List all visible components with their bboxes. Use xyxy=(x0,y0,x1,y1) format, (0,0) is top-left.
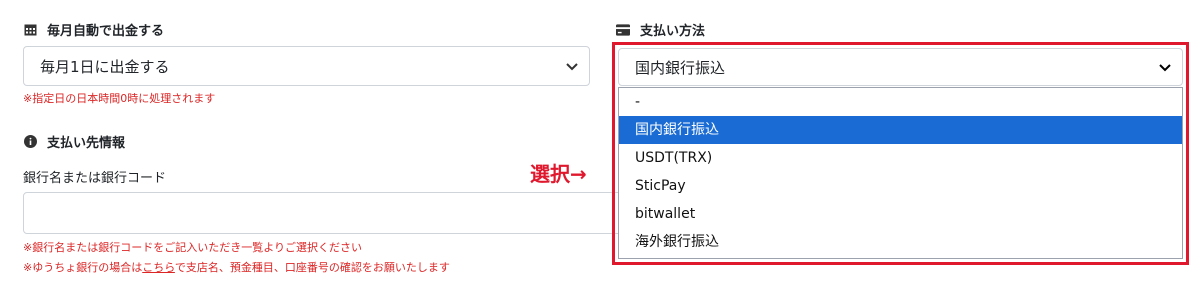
payment-method-label-text: 支払い方法 xyxy=(640,24,706,39)
highlight-frame xyxy=(612,42,1189,265)
credit-card-icon xyxy=(616,23,630,37)
calendar-icon xyxy=(23,23,37,37)
info-circle-icon xyxy=(23,135,37,149)
bank-note-2-prefix: ※ゆうちょ銀行の場合は xyxy=(23,261,143,274)
select-annotation: 選択→ xyxy=(530,162,587,186)
bank-note-1: ※銀行名または銀行コードをご記入いただき一覧よりご選択ください xyxy=(23,241,362,254)
yucho-link[interactable]: こちら xyxy=(142,261,175,274)
bank-field-label: 銀行名または銀行コード xyxy=(23,171,167,186)
withdraw-section-label: 毎月自動で出金する xyxy=(23,20,164,39)
bank-note-2-suffix: で支店名、預金種目、口座番号の確認をお願いたします xyxy=(174,261,450,274)
withdraw-label: 毎月自動で出金する xyxy=(47,24,165,39)
withdraw-day-select[interactable]: 毎月1日に出金する xyxy=(23,46,590,86)
payout-settings-form: 毎月自動で出金する 毎月1日に出金する ※指定日の日本時間0時に処理されます 支… xyxy=(0,0,1200,283)
withdraw-day-value: 毎月1日に出金する xyxy=(40,57,170,76)
payee-label: 支払い先情報 xyxy=(47,136,126,151)
withdraw-note: ※指定日の日本時間0時に処理されます xyxy=(23,92,216,105)
bank-search-input[interactable] xyxy=(23,192,643,234)
chevron-down-icon xyxy=(565,59,579,73)
payment-method-label: 支払い方法 xyxy=(616,20,705,39)
payee-section-label: 支払い先情報 xyxy=(23,132,125,151)
bank-note-2: ※ゆうちょ銀行の場合はこちらで支店名、預金種目、口座番号の確認をお願いたします xyxy=(23,259,450,275)
